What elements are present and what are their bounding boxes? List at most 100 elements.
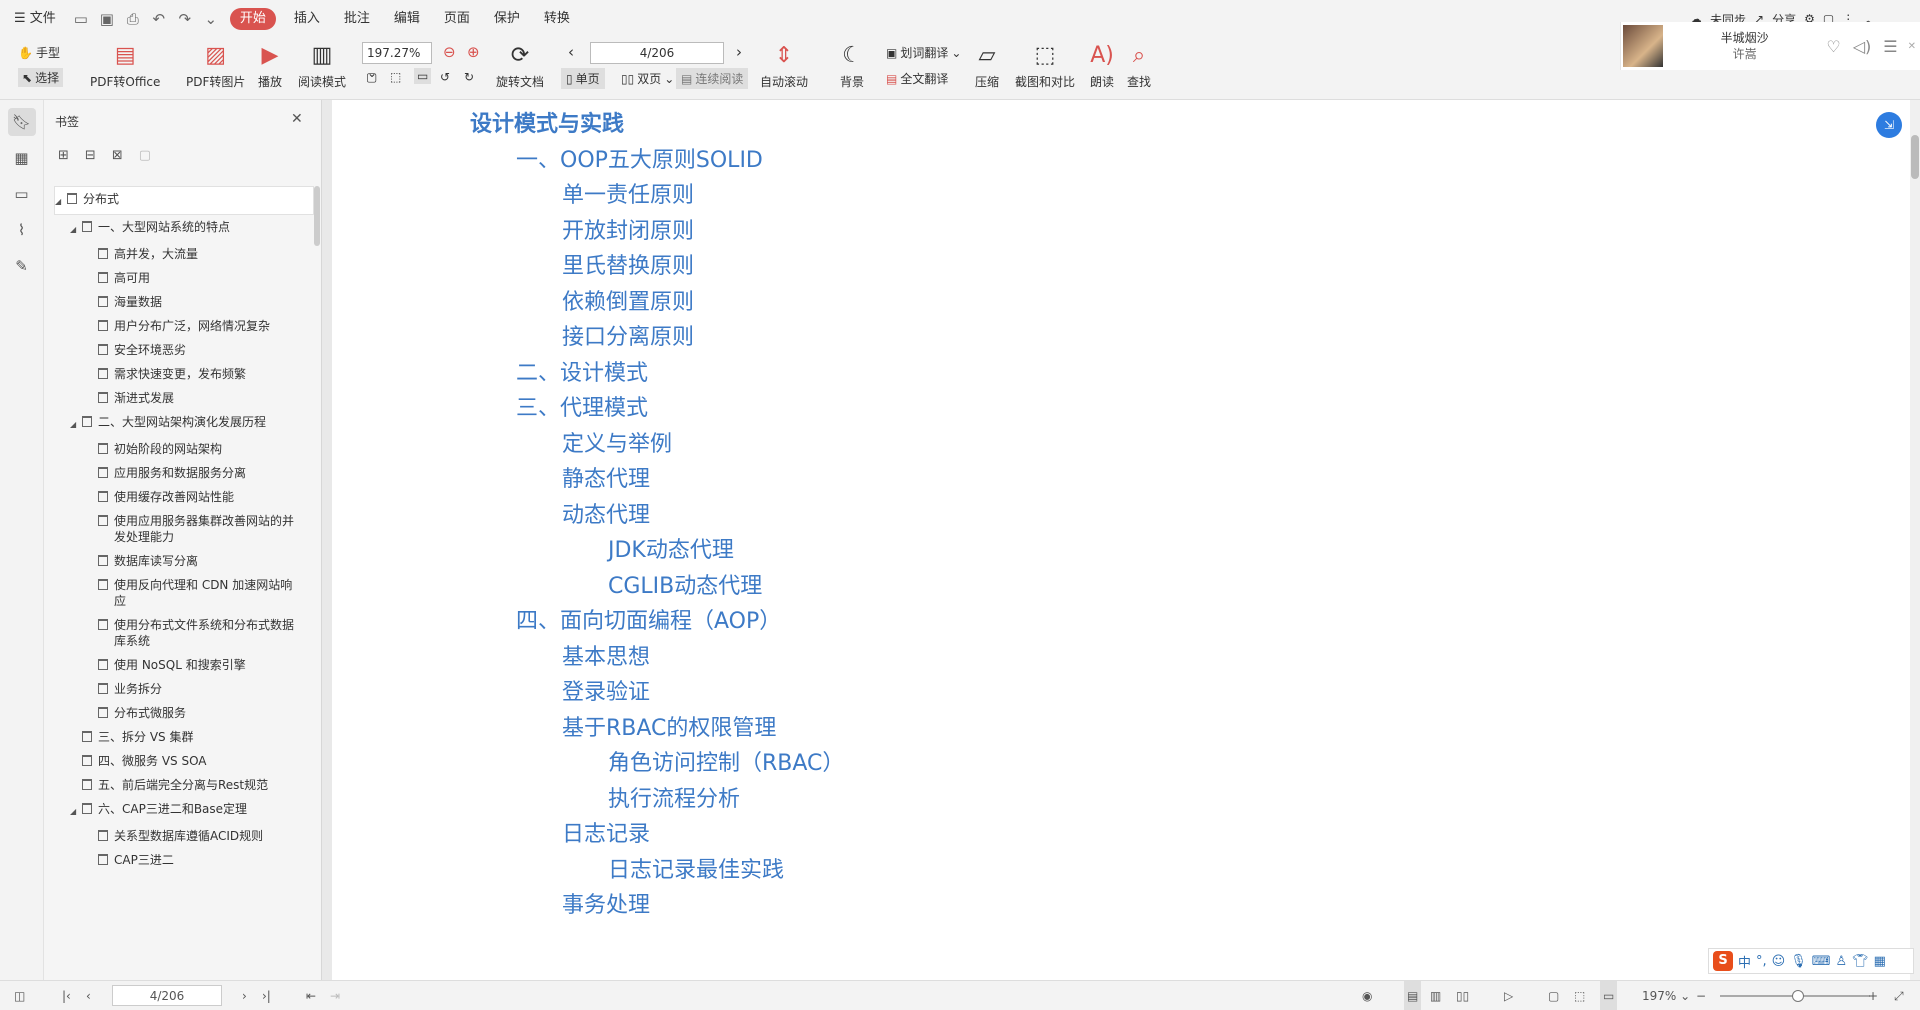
bookmark-item[interactable]: CAP三进二 (54, 848, 314, 872)
toc-entry[interactable]: 三、代理模式 (516, 390, 648, 422)
bookmark-item[interactable]: 使用分布式文件系统和分布式数据库系统 (54, 613, 314, 653)
zoom-in-icon[interactable]: + (1868, 981, 1878, 1010)
compress-button[interactable]: ▱ 压缩 (975, 41, 999, 90)
toc-entry[interactable]: 单一责任原则 (562, 177, 694, 209)
pdf-to-image-button[interactable]: ▨ PDF转图片 (186, 41, 245, 90)
toc-entry[interactable]: 开放封闭原则 (562, 213, 694, 245)
bookmark-item[interactable]: 安全环境恶劣 (54, 338, 314, 362)
ime-punct[interactable]: °, (1756, 954, 1767, 969)
screenshot-compare-button[interactable]: ⬚ 截图和对比 (1015, 41, 1075, 90)
thumbnail-icon[interactable]: ▦ (8, 144, 36, 172)
bookmark-item[interactable]: 三、拆分 VS 集群 (54, 725, 314, 749)
add-bookmark-icon[interactable]: ⊞ (58, 148, 69, 163)
comment-panel-icon[interactable]: ▭ (8, 180, 36, 208)
tab-start[interactable]: 开始 (229, 8, 276, 30)
toc-entry[interactable]: 角色访问控制（RBAC） (608, 745, 844, 777)
toc-entry[interactable]: 事务处理 (562, 887, 650, 919)
fit-page-icon[interactable]: ⬚ (1574, 981, 1585, 1010)
pdf-to-office-button[interactable]: ▤ PDF转Office (90, 41, 160, 90)
fit-page-icon[interactable]: ⬚ (390, 70, 401, 84)
find-button[interactable]: ⌕ 查找 (1127, 41, 1151, 90)
select-tool[interactable]: ⬉ 选择 (18, 68, 64, 87)
open-icon[interactable]: ▭ (72, 10, 90, 28)
tab-page[interactable]: 页面 (432, 0, 482, 38)
signature-icon[interactable]: ✎ (8, 252, 36, 280)
volume-icon[interactable]: ◁) (1853, 37, 1872, 56)
remove-bookmark-icon[interactable]: ▢ (139, 148, 151, 163)
user-icon[interactable]: ♙ (1836, 954, 1848, 969)
rotate-right-icon[interactable]: ↻ (464, 70, 474, 84)
continuous-view-icon[interactable]: ▥ (1430, 981, 1441, 1010)
double-page-button[interactable]: ▯▯ 双页 ⌄ (618, 68, 677, 89)
page-number-input[interactable]: 4/206 (590, 42, 724, 64)
bookmark-item[interactable]: 需求快速变更，发布频繁 (54, 362, 314, 386)
bookmark-item[interactable]: 使用反向代理和 CDN 加速网站响应 (54, 573, 314, 613)
bookmark-item[interactable]: 高并发，大流量 (54, 242, 314, 266)
bookmark-item[interactable]: 用户分布广泛，网络情况复杂 (54, 314, 314, 338)
rotate-doc-button[interactable]: ⟳ 旋转文档 (496, 41, 544, 90)
bookmark-icon[interactable]: ⊠ (112, 148, 123, 163)
chevron-down-icon[interactable]: ⌄ (202, 10, 220, 28)
toc-entry[interactable]: 二、设计模式 (516, 355, 648, 387)
bookmark-item[interactable]: 业务拆分 (54, 677, 314, 701)
expand-all-icon[interactable]: ⊟ (85, 148, 96, 163)
next-page-icon[interactable]: › (736, 43, 742, 61)
bookmark-item[interactable]: ◢ 六、CAP三进二和Base定理 (54, 797, 314, 824)
print-icon[interactable]: ⎙ (124, 10, 142, 28)
status-page-input[interactable]: 4/206 (112, 985, 222, 1006)
status-zoom-select[interactable]: 197% ⌄ (1642, 981, 1690, 1010)
eye-icon[interactable]: ◉ (1362, 981, 1372, 1010)
last-page-icon[interactable]: ›| (262, 981, 271, 1010)
fit-width-icon[interactable]: ▭ (1600, 981, 1618, 1010)
tab-protect[interactable]: 保护 (482, 0, 532, 38)
music-close-icon[interactable]: ✕ (1908, 41, 1916, 52)
hand-tool[interactable]: ✋ 手型 (18, 44, 60, 61)
zoom-in-icon[interactable]: ⊕ (467, 43, 480, 61)
read-aloud-button[interactable]: A︎) 朗读 (1090, 41, 1114, 90)
word-translate-button[interactable]: ▣ 划词翻译 ⌄ (886, 44, 961, 61)
mic-icon[interactable]: 🎙︎ (1790, 954, 1807, 969)
zoom-out-icon[interactable]: − (1696, 981, 1706, 1010)
keyboard-icon[interactable]: ⌨ (1812, 954, 1831, 969)
toc-entry[interactable]: 静态代理 (562, 461, 650, 493)
tab-insert[interactable]: 插入 (282, 0, 332, 38)
bookmark-item[interactable]: 高可用 (54, 266, 314, 290)
toc-entry[interactable]: 依赖倒置原则 (562, 284, 694, 316)
expand-toggle-icon[interactable]: ◢ (70, 414, 82, 433)
rotate-left-icon[interactable]: ↺ (440, 70, 450, 84)
bookmark-scrollbar[interactable] (314, 186, 320, 246)
ime-lang[interactable]: 中 (1738, 952, 1751, 971)
heart-icon[interactable]: ♡ (1826, 37, 1840, 56)
single-view-icon[interactable]: ▤ (1404, 981, 1422, 1010)
background-button[interactable]: ☾ 背景 (840, 41, 864, 90)
toc-entry[interactable]: 定义与举例 (562, 426, 672, 458)
playlist-icon[interactable]: ☰ (1883, 37, 1897, 56)
actual-size-icon[interactable]: ▢ (1548, 981, 1559, 1010)
fullscreen-icon[interactable]: ⤢ (1894, 981, 1904, 1010)
zoom-slider[interactable] (1720, 981, 1870, 1010)
bookmark-item[interactable]: ◢ 分布式 (54, 186, 314, 215)
bookmark-item[interactable]: 渐进式发展 (54, 386, 314, 410)
bookmark-item[interactable]: 应用服务和数据服务分离 (54, 461, 314, 485)
tab-edit[interactable]: 编辑 (382, 0, 432, 38)
bookmark-item[interactable]: 四、微服务 VS SOA (54, 749, 314, 773)
bookmark-item[interactable]: 海量数据 (54, 290, 314, 314)
next-page-icon[interactable]: › (242, 981, 247, 1010)
toc-entry[interactable]: 基本思想 (562, 639, 650, 671)
toc-entry[interactable]: 日志记录最佳实践 (608, 852, 784, 884)
zoom-select[interactable]: 197.27% ⌄ (362, 42, 432, 80)
bookmark-item[interactable]: 使用缓存改善网站性能 (54, 485, 314, 509)
bookmark-panel-icon[interactable]: 🔖︎ (7, 108, 36, 136)
scrollbar-thumb[interactable] (1911, 135, 1919, 179)
album-cover[interactable] (1623, 25, 1663, 67)
zoom-out-icon[interactable]: ⊖ (443, 43, 456, 61)
bookmark-item[interactable]: ◢ 二、大型网站架构演化发展历程 (54, 410, 314, 437)
full-translate-button[interactable]: ▤ 全文翻译 (886, 70, 948, 87)
bookmark-item[interactable]: 数据库读写分离 (54, 549, 314, 573)
float-tool-button[interactable]: ⇲ (1876, 112, 1902, 138)
prev-page-icon[interactable]: ‹ (568, 43, 574, 61)
toc-entry[interactable]: 接口分离原则 (562, 319, 694, 351)
attachment-icon[interactable]: ⌇ (8, 216, 36, 244)
first-page-icon[interactable]: |‹ (62, 981, 71, 1010)
single-page-button[interactable]: ▯ 单页 (561, 68, 605, 89)
